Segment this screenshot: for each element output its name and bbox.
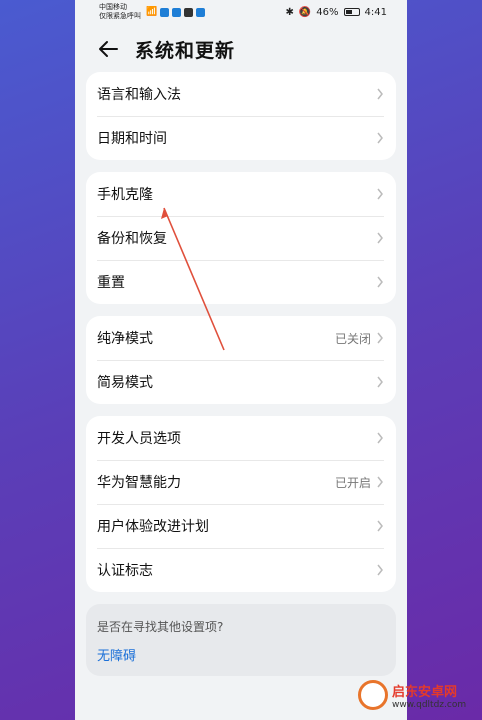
setting-value: 已开启	[334, 475, 371, 490]
watermark-logo-icon	[358, 680, 388, 710]
settings-group-2: 手机克隆 备份和恢复 重置	[86, 172, 396, 304]
setting-label: 手机克隆	[97, 187, 153, 203]
chevron-right-icon	[377, 88, 383, 100]
carrier-name: 中国移动	[99, 3, 127, 11]
chevron-right-icon	[377, 376, 383, 388]
emergency-only: 仅限紧急呼叫	[99, 12, 141, 20]
settings-group-1: 语言和输入法 日期和时间	[86, 72, 396, 160]
bluetooth-icon: ✱	[285, 6, 294, 18]
status-right: ✱ 🔕 46% 4:41	[285, 7, 387, 18]
chevron-right-icon	[377, 432, 383, 444]
watermark: 启东安卓网 www.qdltdz.com	[358, 680, 466, 710]
chevron-right-icon	[377, 476, 383, 488]
setting-label: 用户体验改进计划	[97, 519, 209, 535]
app-notification-icon	[172, 7, 182, 17]
chevron-right-icon	[377, 520, 383, 532]
setting-label: 重置	[97, 275, 125, 291]
app-notification-icon	[160, 7, 170, 17]
back-arrow-icon[interactable]	[97, 38, 119, 60]
accessibility-link[interactable]: 无障碍	[97, 645, 385, 664]
setting-value: 已关闭	[334, 331, 371, 346]
setting-label: 语言和输入法	[97, 87, 181, 103]
mute-icon: 🔕	[298, 6, 312, 18]
looking-for-other-settings-card: 是否在寻找其他设置项? 无障碍	[86, 604, 396, 676]
signal-icon: 📶	[146, 7, 158, 17]
setting-pure-mode[interactable]: 纯净模式 已关闭	[86, 316, 396, 360]
watermark-text: 启东安卓网 www.qdltdz.com	[392, 681, 466, 710]
status-icons: 📶	[146, 7, 206, 17]
app-notification-icon	[196, 7, 206, 17]
chevron-right-icon	[377, 232, 383, 244]
phone-screen: 中国移动 仅限紧急呼叫 📶 ✱ 🔕 46% 4:41 系统和更新 语言和输入法 …	[75, 0, 407, 720]
watermark-name: 启东安卓网	[392, 684, 458, 700]
clock: 4:41	[364, 6, 387, 18]
app-notification-icon	[184, 7, 194, 17]
chevron-right-icon	[377, 132, 383, 144]
setting-label: 纯净模式	[97, 331, 153, 347]
settings-list: 语言和输入法 日期和时间 手机克隆 备份和恢复 重置 纯净模式 已关闭 简易模式…	[75, 72, 407, 676]
page-header: 系统和更新	[75, 24, 407, 74]
setting-user-experience-program[interactable]: 用户体验改进计划	[86, 504, 396, 548]
settings-group-4: 开发人员选项 华为智慧能力 已开启 用户体验改进计划 认证标志	[86, 416, 396, 592]
status-left: 中国移动 仅限紧急呼叫 📶	[99, 3, 206, 21]
chevron-right-icon	[377, 564, 383, 576]
looking-for-question: 是否在寻找其他设置项?	[97, 620, 224, 634]
setting-label: 开发人员选项	[97, 431, 181, 447]
setting-label: 华为智慧能力	[97, 475, 181, 491]
setting-language-input[interactable]: 语言和输入法	[86, 72, 396, 116]
battery-percent: 46%	[316, 6, 339, 18]
page-title: 系统和更新	[135, 39, 236, 62]
watermark-url: www.qdltdz.com	[392, 699, 467, 710]
chevron-right-icon	[377, 188, 383, 200]
setting-label: 简易模式	[97, 375, 153, 391]
chevron-right-icon	[377, 332, 383, 344]
setting-certification-logos[interactable]: 认证标志	[86, 548, 396, 592]
setting-backup-restore[interactable]: 备份和恢复	[86, 216, 396, 260]
setting-phone-clone[interactable]: 手机克隆	[86, 172, 396, 216]
battery-icon	[343, 8, 360, 16]
settings-group-3: 纯净模式 已关闭 简易模式	[86, 316, 396, 404]
setting-label: 认证标志	[97, 563, 153, 579]
setting-simple-mode[interactable]: 简易模式	[86, 360, 396, 404]
setting-developer-options[interactable]: 开发人员选项	[86, 416, 396, 460]
chevron-right-icon	[377, 276, 383, 288]
carrier-info: 中国移动 仅限紧急呼叫	[99, 3, 141, 21]
setting-huawei-smart-capability[interactable]: 华为智慧能力 已开启	[86, 460, 396, 504]
setting-label: 日期和时间	[97, 131, 167, 147]
setting-date-time[interactable]: 日期和时间	[86, 116, 396, 160]
setting-reset[interactable]: 重置	[86, 260, 396, 304]
setting-label: 备份和恢复	[97, 231, 167, 247]
status-bar: 中国移动 仅限紧急呼叫 📶 ✱ 🔕 46% 4:41	[75, 0, 407, 24]
